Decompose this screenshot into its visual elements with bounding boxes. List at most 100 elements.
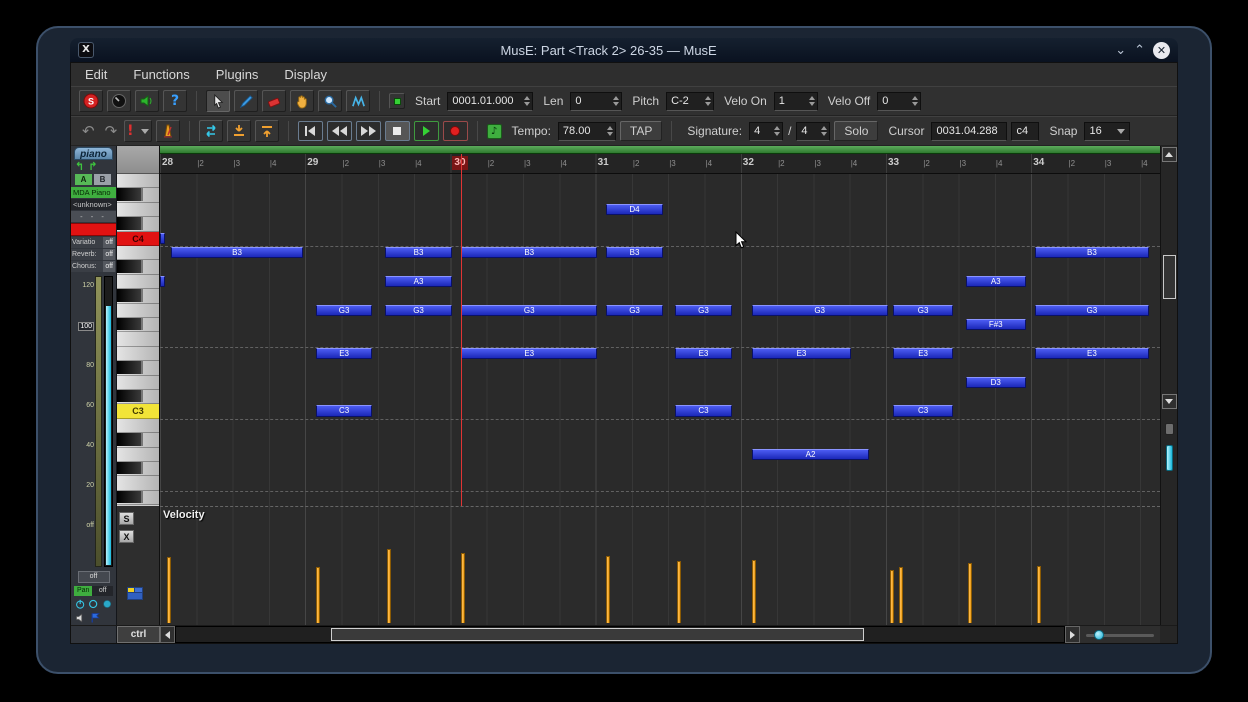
ctrl-button[interactable]: ctrl: [117, 626, 160, 643]
midi-note-e3[interactable]: E3: [1034, 347, 1149, 360]
scroll-down-button[interactable]: [1161, 394, 1177, 409]
led-icon[interactable]: [389, 93, 405, 109]
pointer-tool[interactable]: [206, 90, 230, 112]
midi-note-a3[interactable]: A3: [385, 275, 453, 288]
patch-name[interactable]: <unknown>: [71, 199, 116, 210]
marker-a-button[interactable]: A: [75, 174, 92, 185]
ruler-measure-label[interactable]: 34: [1033, 156, 1044, 170]
timeline-ruler[interactable]: 28 |2 |3 |4 29 |2 |3 |4 30 |2 |3 |4 31 |2 |3 |4 32 |2 |3 |4…: [160, 154, 1160, 174]
velo-on-spinbox[interactable]: 1: [773, 91, 818, 111]
whats-this-icon[interactable]: ?: [163, 90, 187, 112]
zoom-tool[interactable]: [318, 90, 342, 112]
midi-note-g3[interactable]: G3: [675, 304, 732, 316]
len-value[interactable]: 0: [575, 95, 609, 107]
piano-key-Gs3[interactable]: [117, 289, 159, 304]
vertical-zoom-handle[interactable]: [1165, 445, 1173, 471]
midi-note-fragment[interactable]: [160, 232, 165, 244]
piano-key-A2[interactable]: [117, 447, 159, 462]
piano-keyboard[interactable]: C4 C3: [117, 174, 159, 506]
variation-control[interactable]: Variatio off: [71, 237, 116, 248]
piano-key-G3[interactable]: [117, 303, 159, 318]
punch-out-icon[interactable]: [254, 120, 279, 142]
midi-note-d4[interactable]: D4: [606, 203, 663, 216]
scroll-up-button[interactable]: [1161, 147, 1177, 162]
ruler-measure-label[interactable]: 33: [888, 156, 899, 170]
piano-key-Gs2[interactable]: [117, 462, 159, 477]
velocity-bar[interactable]: [898, 567, 903, 623]
spinner-arrows-icon[interactable]: [808, 95, 815, 107]
part-name-tab[interactable]: piano: [74, 147, 113, 160]
velo-on-value[interactable]: 1: [779, 95, 805, 107]
velocity-slider[interactable]: [104, 276, 113, 567]
redo-icon[interactable]: ↷: [102, 122, 121, 140]
metronome-icon[interactable]: [155, 120, 180, 142]
piano-key-D3[interactable]: [117, 375, 159, 390]
tempo-value[interactable]: 78.00: [563, 125, 603, 137]
piano-key-Fs3[interactable]: [117, 318, 159, 333]
menu-edit[interactable]: Edit: [85, 67, 107, 82]
piano-key-D4[interactable]: [117, 202, 159, 218]
speaker-icon[interactable]: [135, 90, 159, 112]
variation-value[interactable]: off: [103, 237, 115, 248]
piano-key-E3[interactable]: [117, 346, 159, 362]
chorus-control[interactable]: Chorus: off: [71, 261, 116, 272]
forward-button[interactable]: [355, 121, 381, 141]
start-value[interactable]: 0001.01.000: [452, 95, 520, 107]
controller-select-icon[interactable]: [127, 587, 143, 600]
ruler-measure-label[interactable]: 31: [598, 156, 609, 170]
midi-note-c3[interactable]: C3: [893, 405, 953, 417]
velocity-bar[interactable]: [461, 553, 466, 623]
pan-control[interactable]: Pan off: [74, 586, 113, 596]
piano-key-A3[interactable]: [117, 274, 159, 290]
velocity-bar[interactable]: [606, 556, 611, 623]
spinner-arrows-icon[interactable]: [912, 95, 919, 107]
midi-note-e3[interactable]: E3: [751, 347, 852, 360]
piano-key-As3[interactable]: [117, 260, 159, 275]
tap-button[interactable]: TAP: [619, 121, 663, 141]
horizontal-zoom-slider[interactable]: [1080, 626, 1160, 643]
zoom-slider-knob[interactable]: [1094, 630, 1104, 640]
menu-functions[interactable]: Functions: [133, 67, 189, 82]
ruler-measure-label[interactable]: 32: [743, 156, 754, 170]
punch-in-icon[interactable]: [226, 120, 251, 142]
midi-note-fragment[interactable]: [160, 275, 165, 288]
piano-key-Ds3[interactable]: [117, 361, 159, 376]
circle-icon[interactable]: [88, 598, 98, 610]
ruler-measure-label[interactable]: 28: [162, 156, 173, 170]
close-button[interactable]: ✕: [1153, 41, 1170, 59]
signature-numerator[interactable]: 4: [754, 125, 770, 137]
velocity-bar[interactable]: [751, 560, 756, 623]
off-button[interactable]: off: [77, 571, 110, 583]
vertical-scrollbar[interactable]: [1160, 146, 1177, 625]
velocity-bar[interactable]: [167, 557, 172, 623]
pan-value[interactable]: off: [92, 586, 113, 596]
midi-note-d3[interactable]: D3: [965, 376, 1026, 388]
midi-note-g3[interactable]: G3: [385, 304, 453, 316]
rewind-button[interactable]: [326, 121, 352, 141]
speaker-small-icon[interactable]: [75, 612, 87, 624]
midi-note-b3[interactable]: B3: [606, 247, 663, 259]
midi-note-e3[interactable]: E3: [316, 347, 373, 360]
piano-key-E4[interactable]: [117, 174, 159, 189]
midi-note-g3[interactable]: G3: [751, 304, 888, 316]
piano-key-Cs3[interactable]: [117, 390, 159, 405]
midi-knob-icon[interactable]: [107, 90, 131, 112]
velocity-bar[interactable]: [889, 570, 894, 623]
undo-icon[interactable]: ↶: [79, 122, 98, 140]
power-icon[interactable]: [75, 598, 85, 610]
titlebar[interactable]: X MusE: Part <Track 2> 26-35 — MusE ⌄ ⌃ …: [70, 38, 1178, 62]
midi-note-g3[interactable]: G3: [461, 304, 598, 316]
circle-icon[interactable]: [102, 598, 112, 610]
play-button[interactable]: [413, 121, 439, 141]
spinner-arrows-icon[interactable]: [821, 125, 828, 137]
velocity-canvas[interactable]: Velocity: [160, 506, 1160, 625]
controller-x-button[interactable]: X: [119, 530, 134, 543]
velocity-bar[interactable]: [1036, 566, 1041, 623]
shade-button[interactable]: ⌄: [1115, 43, 1126, 57]
velocity-bar[interactable]: [316, 567, 321, 623]
piano-key-B3[interactable]: [117, 246, 159, 261]
eraser-tool[interactable]: [262, 90, 286, 112]
pan-hand-tool[interactable]: [290, 90, 314, 112]
signature-denominator-spinbox[interactable]: 4: [796, 121, 831, 141]
spinner-arrows-icon[interactable]: [705, 95, 712, 107]
